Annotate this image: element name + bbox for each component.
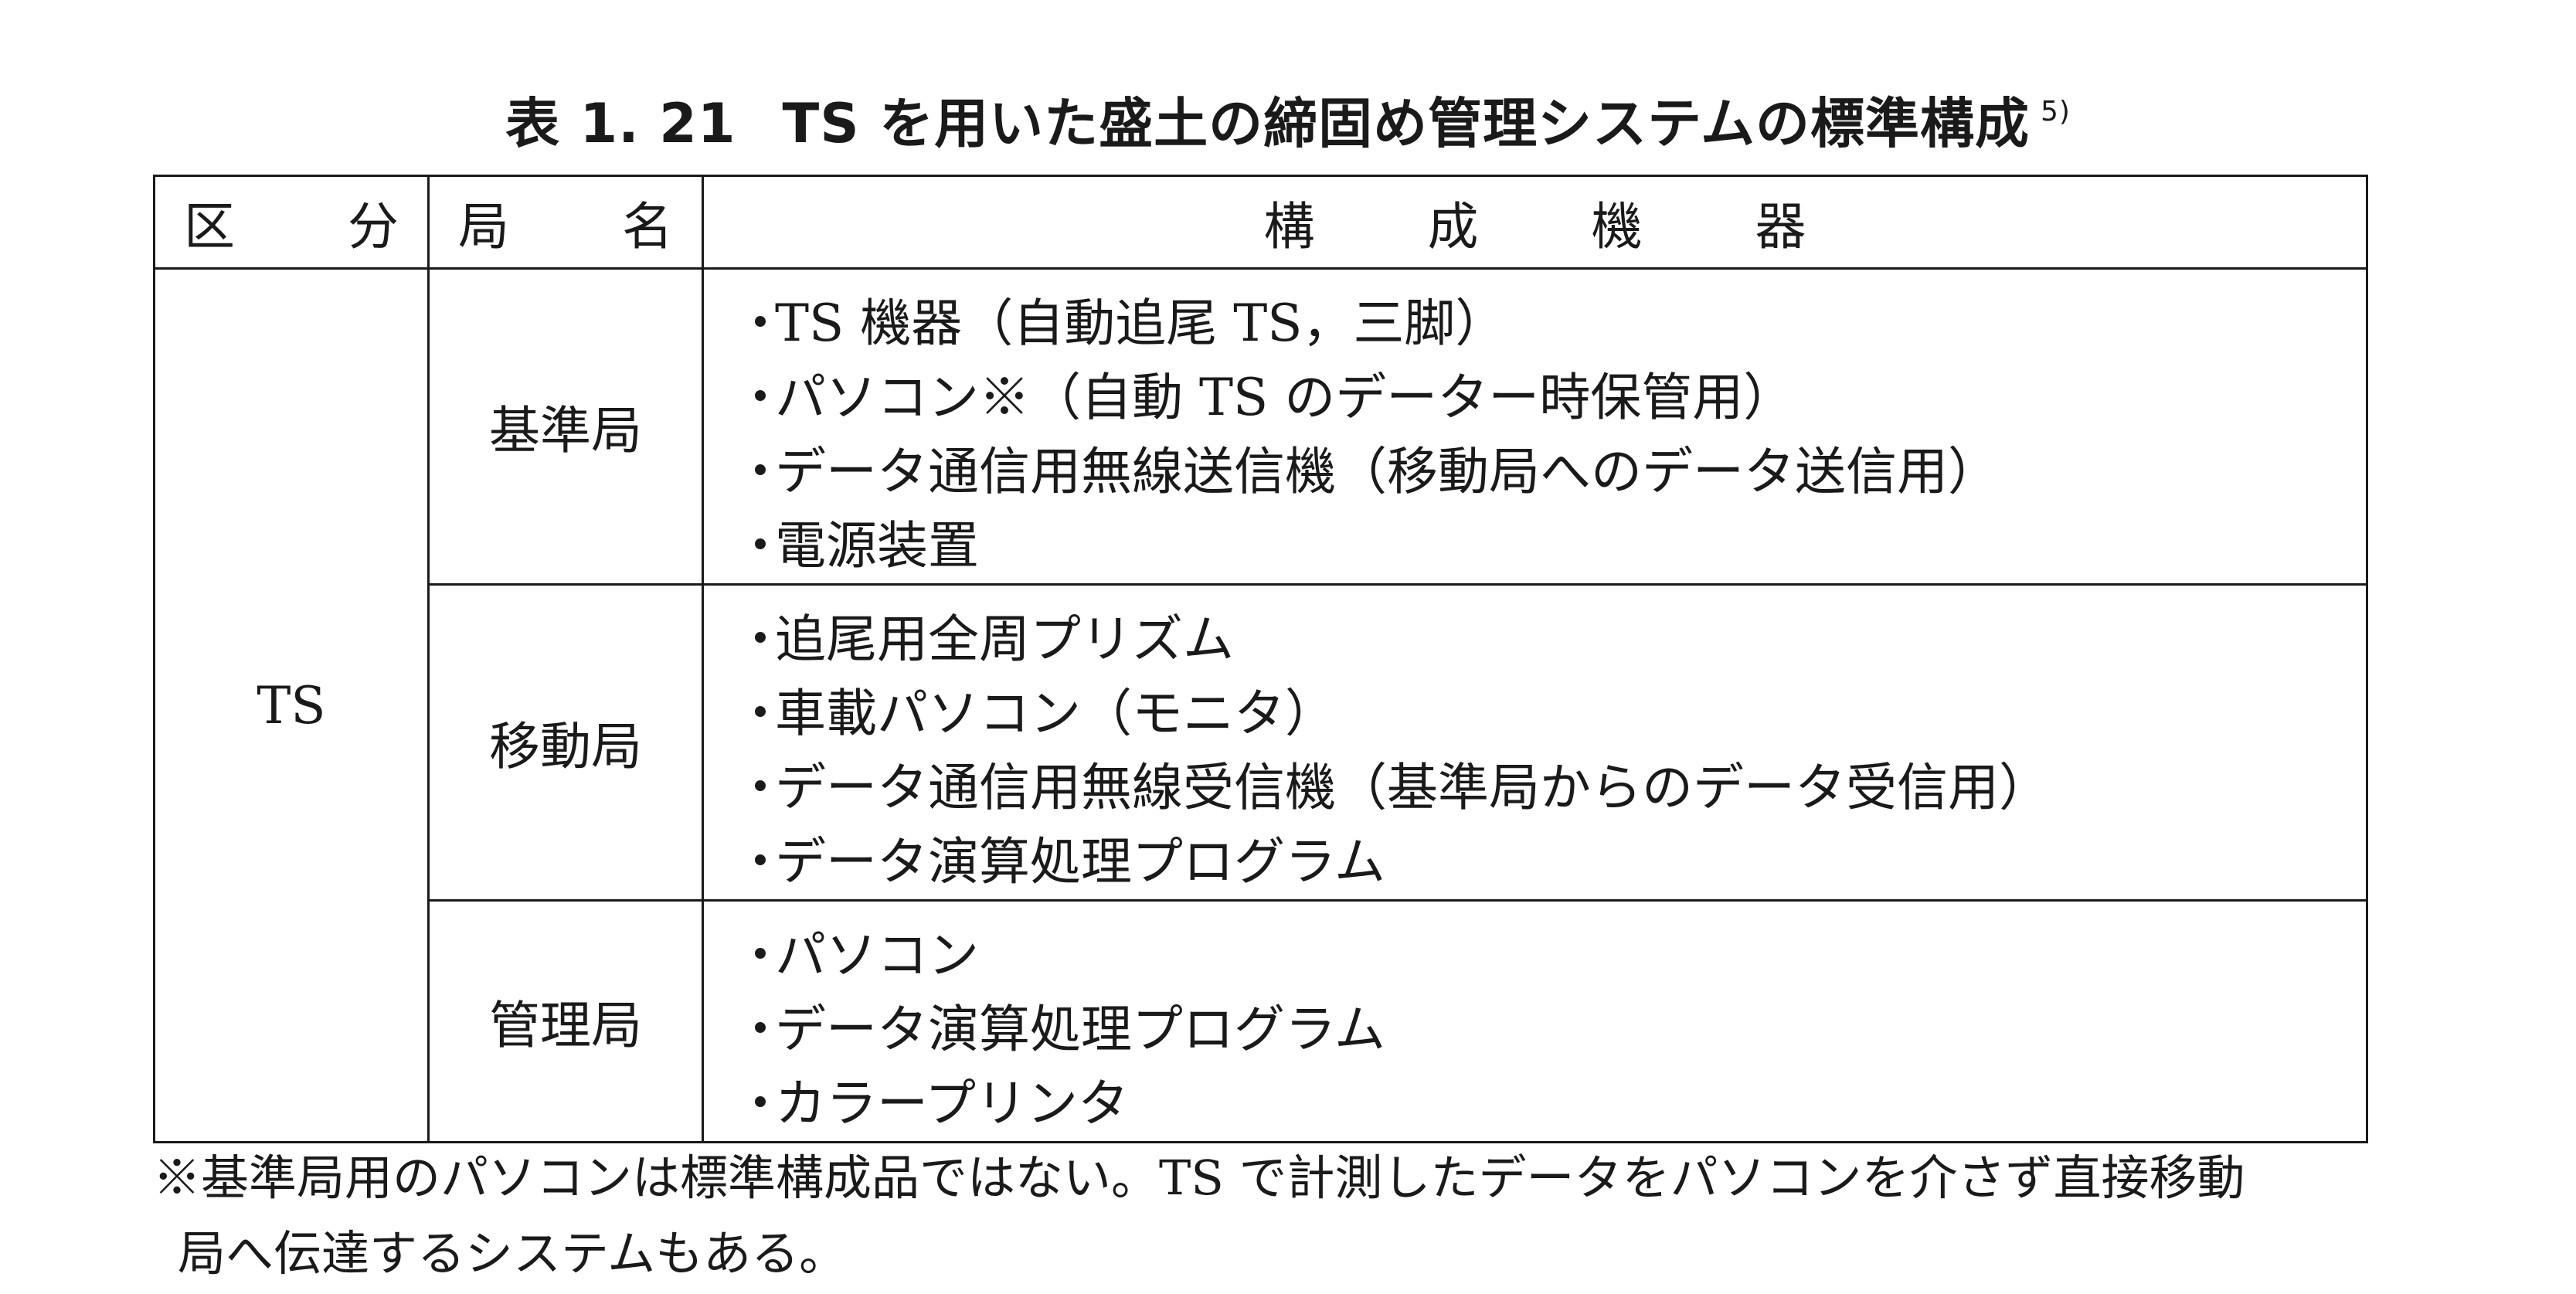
table-caption: 表 1. 21 TS を用いた盛土の締固め管理システムの標準構成 5) [0,73,2576,162]
list-item: ・追尾用全周プリズム [735,610,1234,669]
header-category: 区 分 [153,175,430,270]
equipment-list: ・パソコン ・データ演算処理プログラム ・カラープリンタ [704,902,2366,1141]
reference-marker: 5) [2040,96,2071,127]
table-row: 管理局 ・パソコン ・データ演算処理プログラム ・カラープリンタ [155,899,2368,1143]
list-item: ・TS 機器（自動追尾 TS，三脚） [735,294,1507,353]
footnote-line: 局へ伝達するシステムもある。 [178,1225,848,1282]
category-cell: TS [153,267,430,1143]
table-header-row: 区 分 局 名 構 成 機 器 [153,175,2368,270]
header-equipment: 構 成 機 器 [702,175,2368,270]
list-item: ・電源装置 [735,516,979,576]
station-name: 管理局 [427,899,704,1143]
list-item: ・車載パソコン（モニタ） [735,684,1336,743]
list-item: ・データ演算処理プログラム [735,832,1386,892]
station-name: 基準局 [427,267,704,586]
station-name: 移動局 [427,583,704,902]
equipment-list: ・TS 機器（自動追尾 TS，三脚） ・パソコン※（自動 TS のデーター時保管… [704,270,2366,583]
list-item: ・パソコン※（自動 TS のデーター時保管用） [735,368,1795,427]
table-row: 移動局 ・追尾用全周プリズム ・車載パソコン（モニタ） ・データ通信用無線受信機… [155,583,2368,902]
equipment-cell: ・TS 機器（自動追尾 TS，三脚） ・パソコン※（自動 TS のデーター時保管… [702,267,2368,586]
equipment-list: ・追尾用全周プリズム ・車載パソコン（モニタ） ・データ通信用無線受信機（基準局… [704,586,2366,899]
list-item: ・データ演算処理プログラム [735,1000,1386,1059]
footnote-line: ※基準局用のパソコンは標準構成品ではない。TS で計測したデータをパソコンを介さ… [153,1150,2245,1206]
table-number: 表 1. 21 [505,92,736,155]
equipment-table: 区 分 局 名 構 成 機 器 TS 基準局 ・TS 機器（自動追尾 TS，三脚… [153,175,2368,1143]
footnote: ※基準局用のパソコンは標準構成品ではない。TS で計測したデータをパソコンを介さ… [153,1140,2394,1292]
list-item: ・カラープリンタ [735,1074,1130,1133]
table-row: TS 基準局 ・TS 機器（自動追尾 TS，三脚） ・パソコン※（自動 TS の… [153,267,2368,1143]
equipment-cell: ・追尾用全周プリズム ・車載パソコン（モニタ） ・データ通信用無線受信機（基準局… [702,583,2368,902]
list-item: ・データ通信用無線送信機（移動局へのデータ送信用） [735,442,1999,501]
list-item: ・パソコン [735,925,979,985]
equipment-cell: ・パソコン ・データ演算処理プログラム ・カラープリンタ [702,899,2368,1143]
header-station: 局 名 [427,175,704,270]
list-item: ・データ通信用無線受信機（基準局からのデータ受信用） [735,758,2050,817]
table-title: TS を用いた盛土の締固め管理システムの標準構成 [782,92,2030,155]
